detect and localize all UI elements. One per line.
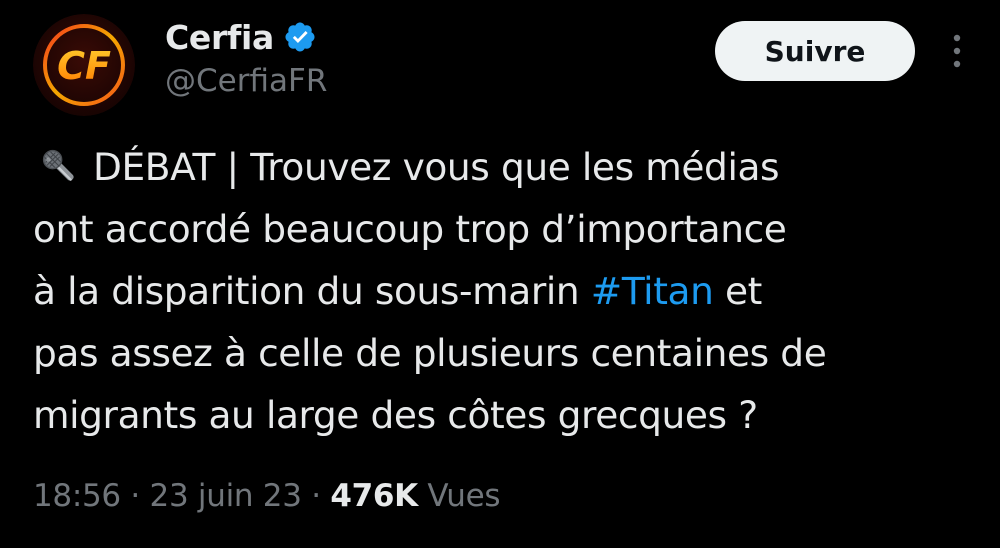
tweet-line-2: ont accordé beaucoup trop d’importance bbox=[33, 207, 787, 251]
author-display-name[interactable]: Cerfia bbox=[165, 18, 274, 57]
author-handle[interactable]: @CerfiaFR bbox=[165, 63, 327, 99]
cerfia-logo: CF bbox=[33, 14, 135, 116]
tweet-line-1: DÉBAT | Trouvez vous que les médias bbox=[33, 136, 973, 198]
svg-text:CF: CF bbox=[57, 44, 111, 88]
tweet-meta: 18:56 · 23 juin 23 · 476K Vues bbox=[33, 478, 500, 514]
author-name-row: Cerfia bbox=[165, 14, 317, 60]
follow-button[interactable]: Suivre bbox=[715, 21, 915, 81]
microphone-icon bbox=[33, 142, 85, 182]
tweet-line-3-text: à la disparition du sous-marin bbox=[33, 269, 591, 313]
views-count[interactable]: 476K bbox=[330, 478, 418, 514]
tweet-time[interactable]: 18:56 bbox=[33, 478, 121, 514]
meta-separator: · bbox=[301, 478, 331, 514]
meta-separator: · bbox=[120, 478, 150, 514]
more-vertical-icon[interactable] bbox=[943, 32, 971, 72]
tweet-line-5: migrants au large des côtes grecques ? bbox=[33, 393, 758, 437]
avatar[interactable]: CF bbox=[33, 14, 135, 116]
views-label: Vues bbox=[417, 478, 501, 514]
tweet-line-3-tail: et bbox=[713, 269, 762, 313]
tweet-line-4: pas assez à celle de plusieurs centaines… bbox=[33, 331, 827, 375]
tweet: CF Cerfia @CerfiaFR Suivre DÉBAT | Trouv… bbox=[0, 0, 1000, 548]
tweet-line-3: à la disparition du sous-marin #Titan et bbox=[33, 260, 973, 322]
hashtag-link[interactable]: #Titan bbox=[591, 269, 714, 313]
tweet-date[interactable]: 23 juin 23 bbox=[150, 478, 302, 514]
tweet-line-1-text: DÉBAT | Trouvez vous que les médias bbox=[93, 145, 780, 189]
tweet-text: DÉBAT | Trouvez vous que les médias ont … bbox=[33, 136, 973, 446]
verified-badge-icon bbox=[283, 20, 317, 54]
